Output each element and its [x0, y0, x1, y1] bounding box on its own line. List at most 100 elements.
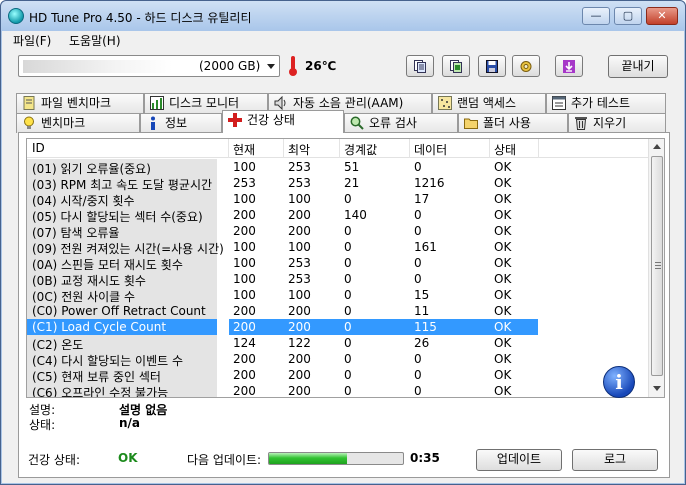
- speaker-icon: [274, 96, 286, 110]
- table-row[interactable]: (04) 시작/중지 횟수 100 100 0 17 OK: [27, 191, 649, 208]
- attr-threshold: 0: [344, 352, 352, 366]
- temperature-value: 26℃: [305, 59, 337, 73]
- attr-current: 200: [233, 320, 256, 334]
- table-row[interactable]: (01) 읽기 오류율(중요) 100 253 51 0 OK: [27, 159, 649, 176]
- tab-error-scan[interactable]: 오류 검사: [344, 113, 458, 133]
- attr-worst: 253: [288, 176, 311, 190]
- attr-status: OK: [494, 384, 512, 398]
- attr-status: OK: [494, 176, 512, 190]
- attr-status: OK: [494, 240, 512, 254]
- attr-threshold: 0: [344, 224, 352, 238]
- table-row[interactable]: (05) 다시 할당되는 섹터 수(중요) 200 200 140 0 OK: [27, 207, 649, 224]
- log-button[interactable]: 로그: [572, 449, 658, 471]
- menu-help[interactable]: 도움말(H): [69, 32, 121, 49]
- attr-current: 200: [233, 224, 256, 238]
- attr-data: 0: [414, 208, 422, 222]
- attr-current: 100: [233, 192, 256, 206]
- attr-worst: 100: [288, 288, 311, 302]
- column-header-worst[interactable]: 최악: [288, 141, 310, 158]
- attr-data: 0: [414, 256, 422, 270]
- tab-random-access[interactable]: 랜덤 액세스: [432, 93, 546, 113]
- column-header-current[interactable]: 현재: [233, 141, 255, 158]
- attr-threshold: 0: [344, 336, 352, 350]
- attr-data: 15: [414, 288, 430, 302]
- column-header-data[interactable]: 데이터: [414, 141, 447, 158]
- tab-folder-usage[interactable]: 폴더 사용: [458, 113, 568, 133]
- attr-worst: 200: [288, 368, 311, 382]
- attr-current: 200: [233, 384, 256, 398]
- tab-label: 추가 테스트: [571, 96, 631, 110]
- selection-highlight: [229, 319, 538, 335]
- tab-health[interactable]: 건강 상태: [222, 110, 344, 133]
- attr-worst: 200: [288, 304, 311, 318]
- drive-select[interactable]: (2000 GB): [18, 55, 280, 77]
- tab-label: 디스크 모니터: [169, 96, 240, 110]
- close-button[interactable]: ✕: [646, 7, 678, 25]
- attr-threshold: 140: [344, 208, 367, 222]
- attr-data: 1216: [414, 176, 445, 190]
- disk-monitor-icon: [150, 96, 164, 110]
- column-header-id[interactable]: ID: [32, 141, 45, 155]
- table-row[interactable]: (C6) 오프라인 수정 불가능 200 200 0 0 OK: [27, 383, 649, 398]
- scroll-up-icon[interactable]: [653, 144, 661, 149]
- main-content: (2000 GB) 26℃ 끝내기 파일 벤치마크 디스크 모니터 자동 소음 …: [2, 49, 684, 483]
- table-row[interactable]: (03) RPM 최고 속도 도달 평균시간 253 253 21 1216 OK: [27, 175, 649, 192]
- table-row[interactable]: (C1) Load Cycle Count 200 200 0 115 OK: [27, 319, 649, 335]
- table-row[interactable]: (C5) 현재 보류 중인 섹터 200 200 0 0 OK: [27, 367, 649, 384]
- download-button[interactable]: [555, 55, 583, 77]
- tab-info[interactable]: 정보: [140, 113, 222, 133]
- update-countdown: 0:35: [410, 451, 440, 465]
- table-row[interactable]: (C2) 온도 124 122 0 26 OK: [27, 335, 649, 352]
- table-row[interactable]: (0A) 스핀들 모터 재시도 횟수 100 253 0 0 OK: [27, 255, 649, 272]
- attr-current: 100: [233, 256, 256, 270]
- copy-text-button[interactable]: [406, 55, 434, 77]
- tab-label: 오류 검사: [369, 116, 417, 130]
- attr-current: 100: [233, 288, 256, 302]
- tab-label: 건강 상태: [247, 113, 295, 127]
- attr-threshold: 0: [344, 368, 352, 382]
- attr-worst: 122: [288, 336, 311, 350]
- attr-data: 0: [414, 384, 422, 398]
- title-bar[interactable]: HD Tune Pro 4.50 - 하드 디스크 유틸리티 — ▢ ✕: [1, 1, 685, 31]
- exit-button[interactable]: 끝내기: [608, 55, 668, 78]
- table-row[interactable]: (07) 탐색 오류율 200 200 0 0 OK: [27, 223, 649, 240]
- file-benchmark-icon: [23, 96, 35, 110]
- table-row[interactable]: (09) 전원 켜져있는 시간(=사용 시간) 100 100 0 161 OK: [27, 239, 649, 256]
- column-header-status[interactable]: 상태: [494, 141, 516, 158]
- health-cross-icon: [228, 113, 242, 127]
- tab-extra-tests[interactable]: 추가 테스트: [546, 93, 666, 113]
- scroll-down-icon[interactable]: [653, 386, 661, 391]
- attr-data: 17: [414, 192, 430, 206]
- drive-name-redacted: [23, 60, 173, 73]
- tab-erase[interactable]: 지우기: [568, 113, 666, 133]
- column-header-threshold[interactable]: 경계값: [344, 141, 377, 158]
- update-button[interactable]: 업데이트: [476, 449, 562, 471]
- tab-benchmark[interactable]: 벤치마크: [16, 113, 140, 133]
- attr-threshold: 0: [344, 288, 352, 302]
- tab-file-benchmark[interactable]: 파일 벤치마크: [16, 93, 144, 113]
- table-row[interactable]: (C0) Power Off Retract Count 200 200 0 11 OK: [27, 303, 649, 319]
- smart-list-header: ID 현재 최악 경계값 데이터 상태: [27, 139, 649, 158]
- attr-status: OK: [494, 320, 512, 334]
- vertical-scrollbar[interactable]: [648, 139, 664, 397]
- attr-data: 0: [414, 224, 422, 238]
- attr-worst: 100: [288, 240, 311, 254]
- table-row[interactable]: (0C) 전원 사이클 수 100 100 0 15 OK: [27, 287, 649, 304]
- menu-file[interactable]: 파일(F): [13, 32, 51, 49]
- attr-status: OK: [494, 288, 512, 302]
- copy-screenshot-button[interactable]: [442, 55, 470, 77]
- smart-attributes-list[interactable]: ID 현재 최악 경계값 데이터 상태 (01) 읽기 오류율(중요) 100 25…: [26, 138, 665, 398]
- save-button[interactable]: [478, 55, 506, 77]
- info-icon: [151, 116, 155, 130]
- attr-worst: 200: [288, 208, 311, 222]
- minimize-button[interactable]: —: [582, 7, 610, 25]
- trash-icon: [575, 117, 587, 130]
- tab-label: 지우기: [593, 116, 627, 130]
- attr-worst: 200: [288, 384, 311, 398]
- options-button[interactable]: [512, 55, 540, 77]
- maximize-button[interactable]: ▢: [614, 7, 642, 25]
- lightbulb-icon: [24, 116, 34, 129]
- table-row[interactable]: (0B) 교정 재시도 횟수 100 253 0 0 OK: [27, 271, 649, 288]
- scroll-thumb[interactable]: [651, 156, 663, 376]
- table-row[interactable]: (C4) 다시 할당되는 이벤트 수 200 200 0 0 OK: [27, 351, 649, 368]
